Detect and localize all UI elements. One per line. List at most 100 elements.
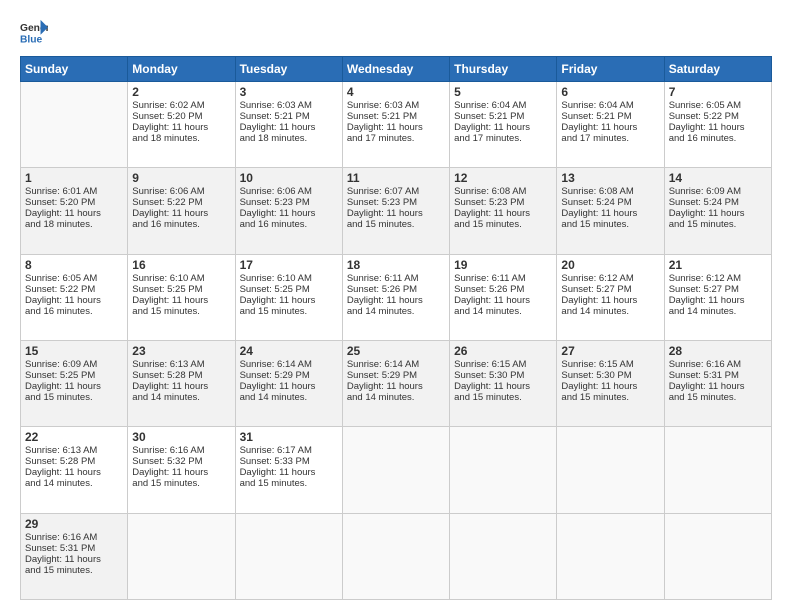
calendar-cell xyxy=(21,82,128,168)
day-number: 12 xyxy=(454,171,552,185)
calendar-cell: 15Sunrise: 6:09 AMSunset: 5:25 PMDayligh… xyxy=(21,340,128,426)
day-info: Sunrise: 6:10 AM xyxy=(132,273,230,284)
day-info: Daylight: 11 hours xyxy=(669,208,767,219)
calendar-cell: 9Sunrise: 6:06 AMSunset: 5:22 PMDaylight… xyxy=(128,168,235,254)
day-info: Daylight: 11 hours xyxy=(347,295,445,306)
day-number: 13 xyxy=(561,171,659,185)
day-info: Daylight: 11 hours xyxy=(132,381,230,392)
day-info: Daylight: 11 hours xyxy=(454,295,552,306)
day-info: Daylight: 11 hours xyxy=(132,122,230,133)
day-number: 27 xyxy=(561,344,659,358)
day-info: Sunset: 5:24 PM xyxy=(561,197,659,208)
day-info: and 16 minutes. xyxy=(240,219,338,230)
day-info: and 18 minutes. xyxy=(240,133,338,144)
calendar-cell: 16Sunrise: 6:10 AMSunset: 5:25 PMDayligh… xyxy=(128,254,235,340)
calendar-cell: 28Sunrise: 6:16 AMSunset: 5:31 PMDayligh… xyxy=(664,340,771,426)
calendar-cell: 1Sunrise: 6:01 AMSunset: 5:20 PMDaylight… xyxy=(21,168,128,254)
day-info: Daylight: 11 hours xyxy=(25,381,123,392)
day-number: 6 xyxy=(561,85,659,99)
day-info: Sunrise: 6:06 AM xyxy=(240,186,338,197)
calendar-cell: 4Sunrise: 6:03 AMSunset: 5:21 PMDaylight… xyxy=(342,82,449,168)
day-info: Sunrise: 6:16 AM xyxy=(132,445,230,456)
day-number: 24 xyxy=(240,344,338,358)
day-info: Daylight: 11 hours xyxy=(669,381,767,392)
calendar-cell: 11Sunrise: 6:07 AMSunset: 5:23 PMDayligh… xyxy=(342,168,449,254)
calendar-table: SundayMondayTuesdayWednesdayThursdayFrid… xyxy=(20,56,772,600)
day-info: Sunset: 5:23 PM xyxy=(347,197,445,208)
day-number: 19 xyxy=(454,258,552,272)
day-info: Daylight: 11 hours xyxy=(240,122,338,133)
day-number: 8 xyxy=(25,258,123,272)
day-info: and 15 minutes. xyxy=(132,478,230,489)
day-info: Sunset: 5:21 PM xyxy=(561,111,659,122)
day-number: 11 xyxy=(347,171,445,185)
calendar-cell xyxy=(664,427,771,513)
day-number: 25 xyxy=(347,344,445,358)
calendar-cell: 5Sunrise: 6:04 AMSunset: 5:21 PMDaylight… xyxy=(450,82,557,168)
calendar-cell: 3Sunrise: 6:03 AMSunset: 5:21 PMDaylight… xyxy=(235,82,342,168)
day-info: Sunset: 5:23 PM xyxy=(240,197,338,208)
day-info: Sunset: 5:29 PM xyxy=(347,370,445,381)
day-info: Sunrise: 6:10 AM xyxy=(240,273,338,284)
day-number: 1 xyxy=(25,171,123,185)
day-info: Sunset: 5:25 PM xyxy=(240,284,338,295)
day-info: and 15 minutes. xyxy=(347,219,445,230)
day-info: and 15 minutes. xyxy=(669,392,767,403)
day-info: and 15 minutes. xyxy=(240,478,338,489)
day-number: 30 xyxy=(132,430,230,444)
day-of-week-header: Tuesday xyxy=(235,57,342,82)
day-info: and 16 minutes. xyxy=(25,306,123,317)
day-info: Daylight: 11 hours xyxy=(454,381,552,392)
day-info: Sunset: 5:25 PM xyxy=(25,370,123,381)
calendar-cell: 17Sunrise: 6:10 AMSunset: 5:25 PMDayligh… xyxy=(235,254,342,340)
day-info: Daylight: 11 hours xyxy=(25,208,123,219)
day-info: Sunrise: 6:15 AM xyxy=(561,359,659,370)
calendar-cell xyxy=(450,427,557,513)
day-info: Sunset: 5:32 PM xyxy=(132,456,230,467)
day-info: and 14 minutes. xyxy=(669,306,767,317)
day-info: Sunset: 5:21 PM xyxy=(347,111,445,122)
calendar-cell: 30Sunrise: 6:16 AMSunset: 5:32 PMDayligh… xyxy=(128,427,235,513)
day-info: and 15 minutes. xyxy=(454,392,552,403)
day-number: 31 xyxy=(240,430,338,444)
day-number: 15 xyxy=(25,344,123,358)
calendar-cell: 20Sunrise: 6:12 AMSunset: 5:27 PMDayligh… xyxy=(557,254,664,340)
day-number: 18 xyxy=(347,258,445,272)
calendar-cell: 14Sunrise: 6:09 AMSunset: 5:24 PMDayligh… xyxy=(664,168,771,254)
day-info: Daylight: 11 hours xyxy=(561,381,659,392)
day-info: Sunset: 5:28 PM xyxy=(132,370,230,381)
day-info: Daylight: 11 hours xyxy=(132,295,230,306)
calendar-cell: 25Sunrise: 6:14 AMSunset: 5:29 PMDayligh… xyxy=(342,340,449,426)
day-info: Sunset: 5:30 PM xyxy=(454,370,552,381)
day-info: and 15 minutes. xyxy=(454,219,552,230)
day-number: 14 xyxy=(669,171,767,185)
day-number: 26 xyxy=(454,344,552,358)
day-info: Sunrise: 6:14 AM xyxy=(240,359,338,370)
day-number: 21 xyxy=(669,258,767,272)
day-info: Sunrise: 6:05 AM xyxy=(669,100,767,111)
day-info: Sunrise: 6:09 AM xyxy=(25,359,123,370)
day-info: and 18 minutes. xyxy=(132,133,230,144)
day-info: Sunset: 5:28 PM xyxy=(25,456,123,467)
day-info: Daylight: 11 hours xyxy=(347,122,445,133)
day-number: 10 xyxy=(240,171,338,185)
calendar-cell xyxy=(450,513,557,599)
day-info: Sunrise: 6:09 AM xyxy=(669,186,767,197)
day-of-week-header: Monday xyxy=(128,57,235,82)
day-info: and 15 minutes. xyxy=(561,392,659,403)
day-of-week-header: Saturday xyxy=(664,57,771,82)
day-number: 4 xyxy=(347,85,445,99)
day-info: Daylight: 11 hours xyxy=(240,467,338,478)
day-info: Sunrise: 6:13 AM xyxy=(25,445,123,456)
day-number: 9 xyxy=(132,171,230,185)
day-info: and 15 minutes. xyxy=(561,219,659,230)
day-number: 22 xyxy=(25,430,123,444)
calendar-cell: 19Sunrise: 6:11 AMSunset: 5:26 PMDayligh… xyxy=(450,254,557,340)
calendar-cell: 24Sunrise: 6:14 AMSunset: 5:29 PMDayligh… xyxy=(235,340,342,426)
day-number: 3 xyxy=(240,85,338,99)
day-info: Sunrise: 6:03 AM xyxy=(347,100,445,111)
day-info: Sunrise: 6:16 AM xyxy=(25,532,123,543)
day-number: 23 xyxy=(132,344,230,358)
day-info: Sunrise: 6:04 AM xyxy=(561,100,659,111)
svg-text:Blue: Blue xyxy=(20,34,43,45)
